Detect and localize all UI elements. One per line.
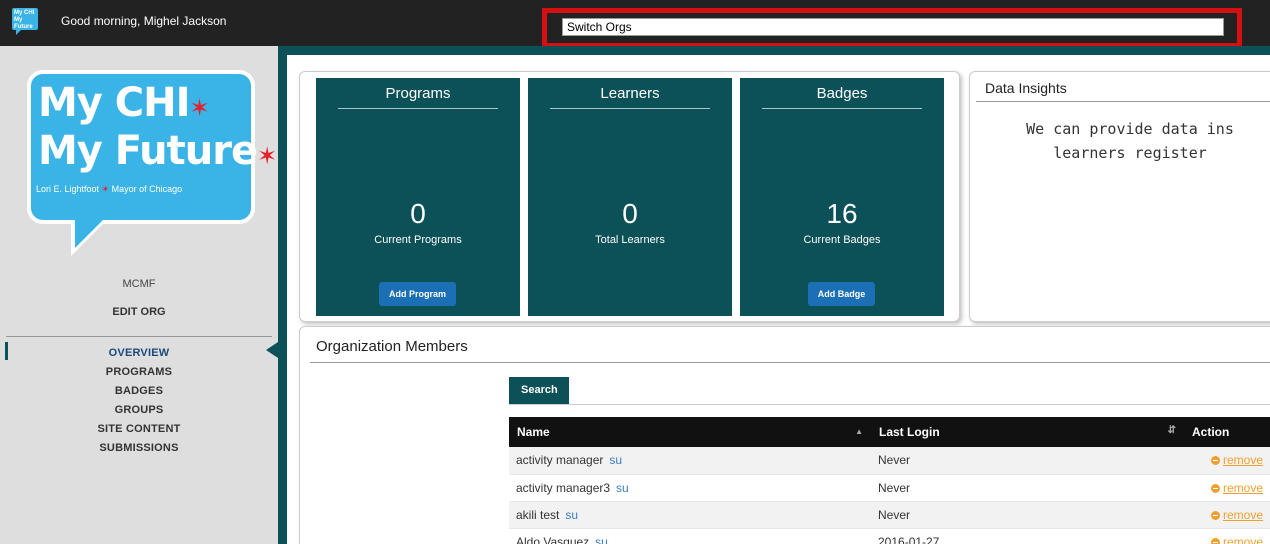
sidebar-divider [278, 46, 287, 544]
edit-org-link[interactable]: EDIT ORG [0, 306, 278, 318]
logo-subtitle: Lori E. Lightfoot ✶ Mayor of Chicago [36, 184, 183, 194]
remove-icon [1210, 510, 1220, 520]
stat-divider [338, 108, 498, 109]
last-login-cell: 2016-01-27 [871, 528, 1184, 544]
data-insights-card [969, 71, 1270, 322]
stat-title: Programs [385, 85, 451, 102]
nav-separator [6, 336, 272, 337]
action-column-header[interactable]: Action [1184, 417, 1270, 447]
add-badge-button[interactable]: Add Badge [808, 282, 875, 306]
search-tab-button[interactable]: Search [509, 377, 569, 404]
last-login-cell: Never [871, 447, 1184, 475]
member-name-cell: activity manager3 su [509, 474, 871, 502]
organization-members-divider [310, 362, 1270, 363]
nav-item-badges[interactable]: BADGES [0, 382, 278, 401]
switch-orgs-input[interactable] [562, 18, 1224, 36]
add-program-button[interactable]: Add Program [379, 282, 456, 306]
members-table-header: Name ▲ Last Login ⇵ Action [509, 417, 1270, 447]
stat-label: Total Learners [595, 234, 665, 246]
logo-line-1: My CHI✶ [38, 80, 210, 126]
su-link[interactable]: su [616, 481, 629, 495]
content-top-border [278, 46, 1270, 55]
last-login-column-header[interactable]: Last Login ⇵ [871, 417, 1184, 447]
table-row: activity manager su Never remove [509, 447, 1270, 475]
stat-label: Current Badges [803, 234, 881, 246]
member-name-cell: activity manager su [509, 447, 871, 475]
action-cell: remove [1184, 528, 1270, 544]
nav-item-submissions[interactable]: SUBMISSIONS [0, 439, 278, 458]
sort-ascending-icon: ▲ [855, 427, 863, 436]
nav-item-programs[interactable]: PROGRAMS [0, 363, 278, 382]
data-insights-divider [976, 101, 1270, 102]
badges-stat-tile: Badges 16 Current Badges Add Badge [740, 78, 944, 316]
sort-both-icon: ⇵ [1167, 425, 1176, 436]
programs-stat-tile: Programs 0 Current Programs Add Program [316, 78, 520, 316]
remove-link[interactable]: remove [1223, 481, 1263, 495]
data-insights-text: We can provide data ins learners registe… [985, 117, 1270, 165]
members-table: Name ▲ Last Login ⇵ Action activity manage… [509, 417, 1270, 544]
remove-icon [1210, 456, 1220, 466]
app-logo-icon[interactable]: My CHI My Future [12, 8, 38, 35]
data-insights-line-1: We can provide data ins [1026, 120, 1234, 138]
search-underline [509, 404, 1270, 405]
action-cell: remove [1184, 474, 1270, 502]
nav-item-overview[interactable]: OVERVIEW [0, 344, 278, 363]
remove-link[interactable]: remove [1223, 453, 1263, 467]
action-cell: remove [1184, 447, 1270, 475]
sidebar-nav: OVERVIEW PROGRAMS BADGES GROUPS SITE CON… [0, 344, 278, 458]
greeting-text: Good morning, Mighel Jackson [61, 14, 227, 28]
org-name: MCMF [122, 278, 156, 290]
last-login-cell: Never [871, 501, 1184, 529]
su-link[interactable]: su [565, 508, 578, 522]
table-row: Aldo Vasquez su 2016-01-27 remove [509, 528, 1270, 544]
remove-icon [1210, 483, 1220, 493]
stat-divider [762, 108, 922, 109]
logo-line-2: My Future✶ [38, 128, 277, 174]
stat-title: Learners [600, 85, 660, 102]
stat-value: 0 [622, 198, 638, 229]
stat-divider [550, 108, 710, 109]
stat-label: Current Programs [374, 234, 462, 246]
action-cell: remove [1184, 501, 1270, 529]
table-row: akili test su Never remove [509, 501, 1270, 529]
table-row: activity manager3 su Never remove [509, 474, 1270, 502]
nav-item-site-content[interactable]: SITE CONTENT [0, 420, 278, 439]
data-insights-line-2: learners register [1053, 144, 1207, 162]
organization-members-title: Organization Members [316, 338, 468, 355]
remove-link[interactable]: remove [1223, 535, 1263, 544]
member-name-cell: Aldo Vasquez su [509, 528, 871, 544]
last-login-cell: Never [871, 474, 1184, 502]
su-link[interactable]: su [595, 535, 608, 544]
stat-value: 0 [410, 198, 426, 229]
remove-link[interactable]: remove [1223, 508, 1263, 522]
member-name-cell: akili test su [509, 501, 871, 529]
learners-stat-tile: Learners 0 Total Learners [528, 78, 732, 316]
nav-item-groups[interactable]: GROUPS [0, 401, 278, 420]
logo-bubble-tail [75, 220, 103, 248]
remove-icon [1210, 537, 1220, 544]
data-insights-title: Data Insights [985, 80, 1067, 96]
stat-title: Badges [816, 85, 868, 102]
su-link[interactable]: su [609, 453, 622, 467]
stat-value: 16 [826, 198, 858, 229]
name-column-header[interactable]: Name ▲ [509, 417, 871, 447]
